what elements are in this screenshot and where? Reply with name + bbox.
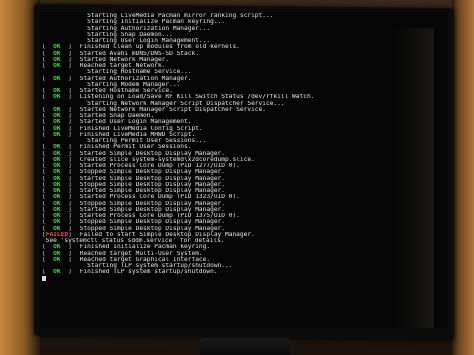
status-text: OK [45, 144, 69, 151]
status-badge: [ OK ] [42, 75, 72, 82]
status-badge: [ OK ] [42, 94, 72, 101]
console-message: Starting Hostname Service... [76, 69, 192, 76]
status-text: OK [45, 188, 69, 194]
status-text: OK [45, 75, 69, 82]
status-text: OK [45, 156, 69, 163]
console-message: Started Simple Desktop Display Manager. [76, 150, 226, 157]
status-text: OK [45, 88, 69, 94]
status-text: OK [45, 163, 69, 169]
status-text: OK [45, 244, 69, 251]
console-message: Started User Login Management. [76, 119, 192, 126]
status-text: OK [45, 119, 69, 126]
console-message: Stopped Simple Desktop Display Manager. [76, 219, 226, 226]
console-message: Stopped Simple Desktop Display Manager. [76, 181, 226, 188]
console-message: Starting Modem Manager... [76, 81, 181, 88]
console-message: Started Hostname Service. [76, 88, 173, 94]
console-message: Starting Permit User Sessions... [76, 138, 207, 144]
status-text: OK [45, 106, 69, 113]
console-message: Started Process Core Dump (PID 1375/UID … [76, 213, 240, 219]
console-message: Starting Network Manager Script Dispatch… [76, 100, 285, 107]
console-message: Stopped Simple Desktop Display Manager. [76, 169, 226, 176]
screen-glare [394, 28, 434, 328]
status-text: OK [45, 213, 69, 219]
console-message: Started Snap Daemon. [76, 113, 155, 119]
text-cursor [42, 275, 46, 281]
console-message: Starting Authorization Manager... [76, 25, 211, 32]
console-message: Started Simple Desktop Display Manager. [76, 188, 226, 194]
console-message: Started Process Core Dump (PID 1323/UID … [76, 194, 240, 201]
console-message: Starting LiveMedia Pacman mirror ranking… [76, 13, 274, 19]
console-message: Starting User Login Management... [76, 38, 211, 44]
status-text: OK [45, 150, 69, 157]
console-message: Reached target Network. [76, 63, 166, 69]
console-message: Started Authorization Manager. [76, 75, 192, 82]
status-text: OK [45, 50, 69, 57]
monitor-stand [200, 338, 290, 355]
console-message: Reached target Graphical Interface. [76, 256, 211, 263]
status-text: OK [45, 175, 69, 182]
status-text: OK [45, 256, 69, 263]
console-message: See 'systemctl status sddm.service' for … [42, 238, 225, 244]
monitor-screen: Starting LiveMedia Pacman mirror ranking… [40, 12, 448, 328]
console-message: Started Avahi mDNS/DNS-SD Stack. [76, 50, 199, 57]
status-text: OK [45, 63, 69, 69]
status-text: OK [45, 125, 69, 132]
console-message: Created slice system-systemd\x2dcoredump… [76, 156, 255, 163]
console-message: Reached target Multi-User System. [76, 250, 203, 257]
console-message: Started Network Manager Script Dispatche… [76, 106, 266, 113]
console-message: Finished LiveMedia Config Script. [76, 125, 203, 132]
console-message: Finished Clean up modules from old kerne… [76, 44, 240, 51]
status-text: OK [45, 169, 69, 176]
console-message: Stopped Simple Desktop Display Manager. [76, 225, 226, 232]
status-text: OK [45, 200, 69, 207]
console-message: Listening on Load/Save RF Kill Switch St… [76, 94, 315, 101]
boot-console: Starting LiveMedia Pacman mirror ranking… [42, 13, 446, 282]
status-text: OK [45, 113, 69, 119]
cursor-line [42, 275, 446, 282]
status-text: OK [45, 250, 69, 257]
status-badge: [ OK ] [42, 269, 72, 276]
status-text: OK [45, 219, 69, 226]
photo-scene: Starting LiveMedia Pacman mirror ranking… [0, 0, 474, 355]
console-message: Starting TLP system startup/shutdown... [76, 263, 233, 269]
console-message: Finished LiveMedia MHWD Script. [76, 131, 196, 138]
status-text: OK [45, 194, 69, 201]
console-message: Finished Permit User Sessions. [76, 144, 192, 151]
wall-right [452, 0, 474, 355]
console-message: Starting Snap Daemon... [76, 31, 173, 38]
console-message: Started Process Core Dump (PID 1277/UID … [76, 163, 240, 169]
console-message: Stopped Simple Desktop Display Manager. [76, 200, 226, 207]
status-text: OK [45, 269, 69, 276]
status-text: OK [45, 94, 69, 101]
console-message: Finished TLP system startup/shutdown. [76, 269, 218, 276]
status-text: OK [45, 44, 69, 51]
status-text: FAILED [45, 231, 69, 238]
console-message: Finished Initialize Pacman keyring. [76, 244, 211, 251]
status-text: OK [45, 56, 69, 63]
console-message: Starting Initialize Pacman keyring... [76, 19, 226, 26]
status-text: OK [45, 225, 69, 232]
status-text: OK [45, 131, 69, 138]
console-message: Started Network Manager. [76, 56, 170, 63]
console-message: Started Simple Desktop Display Manager. [76, 175, 226, 182]
status-text: OK [45, 206, 69, 213]
console-message: Failed to start Simple Desktop Display M… [76, 231, 255, 238]
status-text: OK [45, 181, 69, 188]
console-message: Started Simple Desktop Display Manager. [76, 206, 226, 213]
